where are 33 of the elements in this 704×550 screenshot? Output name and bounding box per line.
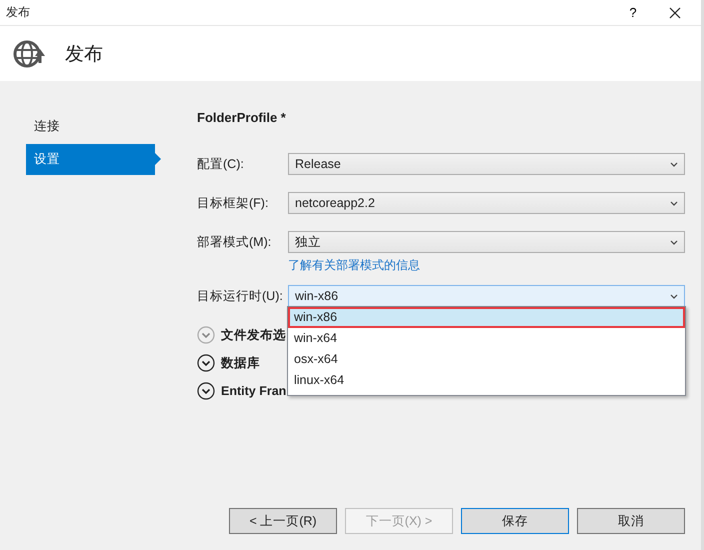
section-title: Entity Fran (221, 384, 286, 398)
chevron-down-icon (670, 240, 678, 244)
field-label: 配置(C): (197, 156, 245, 173)
chevron-down-icon (670, 294, 678, 298)
chevron-down-icon (670, 200, 678, 206)
field-label: 目标运行时(U): (197, 288, 284, 305)
chevron-down-icon (670, 162, 678, 166)
dropdown-field[interactable]: netcoreapp2.2 (288, 192, 685, 214)
field-label: 目标框架(F): (197, 195, 270, 212)
dropdown-field[interactable]: win-x86 (288, 285, 685, 307)
expand-icon[interactable] (197, 354, 215, 372)
dialog-button[interactable]: 取消 (577, 508, 685, 534)
info-link[interactable]: 了解有关部署模式的信息 (288, 257, 685, 274)
sidebar-item[interactable]: 设置 (26, 144, 161, 175)
dialog-button[interactable]: < 上一页(R) (229, 508, 337, 534)
dropdown-option[interactable]: win-x64 (288, 328, 685, 349)
globe-upload-icon (13, 38, 45, 70)
help-button[interactable]: ? (619, 5, 647, 20)
page-title: 发布 (65, 42, 103, 66)
section-title: 数据库 (221, 354, 260, 372)
field-label: 部署模式(M): (197, 234, 272, 251)
window-title: 发布 (6, 4, 31, 21)
dropdown-option[interactable]: linux-x64 (288, 370, 685, 391)
close-icon (669, 6, 681, 18)
dropdown-option[interactable]: win-x86 (288, 307, 685, 328)
dropdown-field[interactable]: Release (288, 153, 685, 175)
expand-icon[interactable] (197, 382, 215, 400)
profile-title: FolderProfile * (197, 110, 287, 125)
section-title: 文件发布选 (221, 326, 286, 344)
dropdown-option[interactable]: osx-x64 (288, 349, 685, 370)
sidebar-item[interactable]: 连接 (26, 111, 155, 142)
dialog-button[interactable]: 保存 (461, 508, 569, 534)
dropdown-field[interactable]: 独立 (288, 231, 685, 253)
